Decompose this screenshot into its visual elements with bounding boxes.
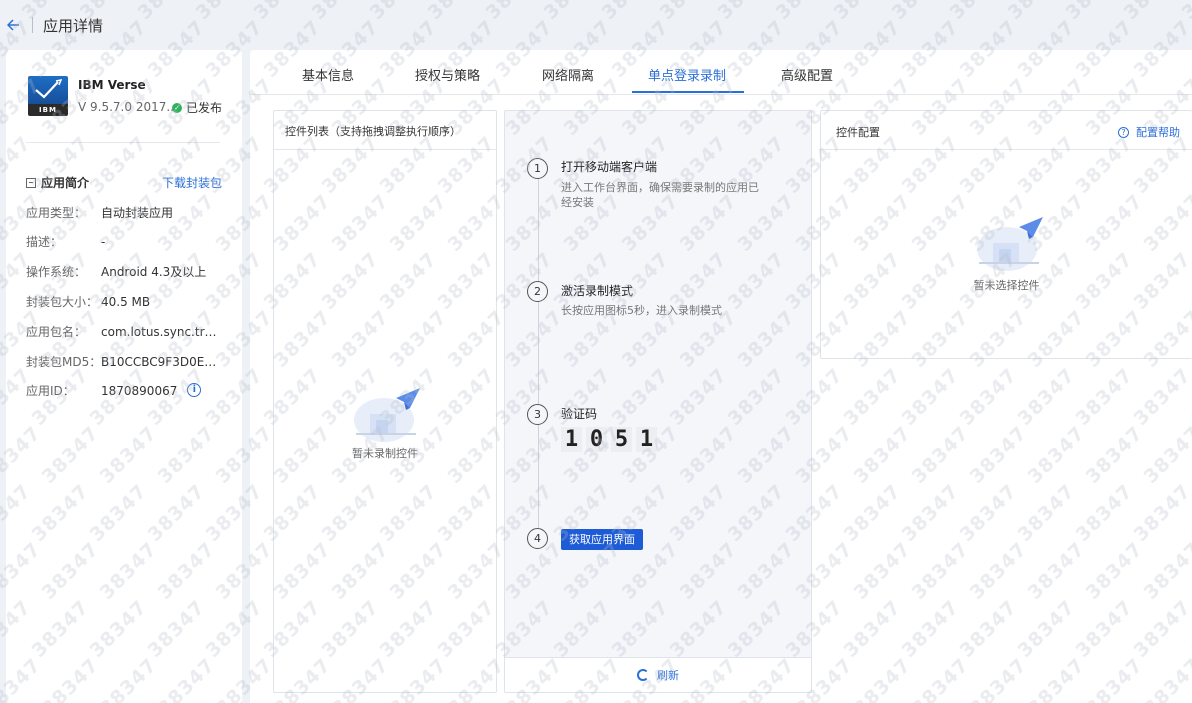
refresh-bar: 刷新 <box>505 657 811 692</box>
tab-bar: 基本信息 授权与策略 网络隔离 单点登录录制 高级配置 <box>250 50 1192 95</box>
info-row-description: 描述： - <box>26 234 226 250</box>
info-row-app-type: 应用类型： 自动封装应用 <box>26 205 226 221</box>
check-circle-icon: ✓ <box>172 102 182 113</box>
summary-header: 应用简介 下载封装包 <box>26 174 222 191</box>
info-label: 应用ID： <box>26 384 75 398</box>
verification-code: 1 0 5 1 <box>561 427 657 452</box>
tab-basic-info[interactable]: 基本信息 <box>302 65 354 84</box>
info-row-package-name: 应用包名： com.lotus.sync.trave... <box>26 324 226 340</box>
info-label: 封装包MD5： <box>26 355 102 369</box>
info-label: 应用类型： <box>26 206 87 220</box>
info-label: 操作系统： <box>26 265 87 279</box>
info-label: 应用包名： <box>26 325 87 339</box>
refresh-icon <box>637 669 649 681</box>
info-row-os: 操作系统： Android 4.3及以上 <box>26 264 226 280</box>
info-icon[interactable]: i <box>187 383 202 397</box>
app-name: IBM Verse <box>78 78 146 92</box>
code-digit: 5 <box>611 427 632 452</box>
info-row-app-id: 应用ID： 1870890067 i <box>26 383 226 399</box>
page-title: 应用详情 <box>43 16 104 35</box>
step-title: 激活录制模式 <box>561 284 634 298</box>
app-version: V 9.5.7.0 2017... <box>78 100 178 114</box>
collapse-square-icon[interactable] <box>26 177 36 188</box>
get-app-interface-button[interactable]: 获取应用界面 <box>561 529 643 550</box>
empty-illustration-icon <box>346 386 426 445</box>
step-title: 打开移动端客户端 <box>561 160 658 174</box>
control-list-card: 控件列表（支持拖拽调整执行顺序） 暂未录制控件 <box>273 110 497 693</box>
control-config-title: 控件配置 <box>836 126 880 139</box>
code-digit: 1 <box>636 427 657 452</box>
tab-advanced-config[interactable]: 高级配置 <box>781 65 833 84</box>
app-logo-text: IBM <box>39 106 57 114</box>
step-description: 进入工作台界面，确保需要录制的应用已经安装 <box>561 181 759 209</box>
info-value: Android 4.3及以上 <box>101 265 207 279</box>
control-config-empty-text: 暂未选择控件 <box>973 279 1040 292</box>
info-value: 自动封装应用 <box>101 206 174 220</box>
info-label: 描述： <box>26 235 63 249</box>
empty-illustration-icon <box>969 215 1049 274</box>
info-value: B10CCBC9F3D0EE19... <box>101 355 221 369</box>
download-package-link[interactable]: 下载封装包 <box>162 174 222 191</box>
step-number: 3 <box>527 404 548 425</box>
info-value: 40.5 MB <box>101 295 151 309</box>
control-config-header: 控件配置 ? 配置帮助 <box>821 111 1192 150</box>
step-number: 2 <box>527 281 548 302</box>
tab-network-isolation[interactable]: 网络隔离 <box>542 65 594 84</box>
status-label: 已发布 <box>186 101 223 115</box>
summary-title: 应用简介 <box>26 174 89 191</box>
control-list-title: 控件列表（支持拖拽调整执行顺序） <box>274 111 496 150</box>
summary-title-label: 应用简介 <box>41 176 90 190</box>
step-description: 长按应用图标5秒，进入录制模式 <box>561 304 722 317</box>
step-number: 1 <box>527 158 548 179</box>
control-list-empty-text: 暂未录制控件 <box>352 447 418 460</box>
back-arrow-icon[interactable] <box>2 14 24 36</box>
app-info-panel: IBM IBM Verse V 9.5.7.0 2017... ✓ 已发布 应用… <box>6 50 242 703</box>
step-number: 4 <box>527 528 548 549</box>
info-value: 1870890067 <box>101 384 178 398</box>
app-logo: IBM <box>28 76 68 116</box>
control-config-card: 控件配置 ? 配置帮助 暂未选择控件 <box>820 110 1192 359</box>
config-help-link[interactable]: ? 配置帮助 <box>1118 124 1180 140</box>
app-header: IBM IBM Verse V 9.5.7.0 2017... ✓ 已发布 <box>28 76 228 116</box>
info-value: com.lotus.sync.trave... <box>101 325 221 339</box>
info-value: - <box>101 235 106 249</box>
help-question-icon: ? <box>1118 126 1129 138</box>
info-row-md5: 封装包MD5： B10CCBC9F3D0EE19... <box>26 354 226 370</box>
code-digit: 1 <box>561 427 582 452</box>
header-divider <box>32 17 33 33</box>
active-tab-indicator <box>632 91 744 93</box>
info-label: 封装包大小： <box>26 295 99 309</box>
main-panel: 基本信息 授权与策略 网络隔离 单点登录录制 高级配置 控件列表（支持拖拽调整执… <box>250 50 1192 703</box>
recording-steps-card: 1 打开移动端客户端 进入工作台界面，确保需要录制的应用已经安装 2 激活录制模… <box>504 110 812 693</box>
timeline-line <box>538 177 539 549</box>
divider <box>26 142 220 143</box>
top-bar: 应用详情 <box>0 0 1192 50</box>
code-digit: 0 <box>586 427 607 452</box>
status-badge: ✓ 已发布 <box>172 99 222 116</box>
tab-sso-recording[interactable]: 单点登录录制 <box>648 65 726 84</box>
config-help-label: 配置帮助 <box>1136 126 1180 139</box>
step-title: 验证码 <box>561 407 598 421</box>
refresh-label: 刷新 <box>657 669 679 682</box>
refresh-button[interactable]: 刷新 <box>637 667 679 683</box>
tab-auth-policy[interactable]: 授权与策略 <box>415 65 480 84</box>
info-row-package-size: 封装包大小： 40.5 MB <box>26 294 226 310</box>
